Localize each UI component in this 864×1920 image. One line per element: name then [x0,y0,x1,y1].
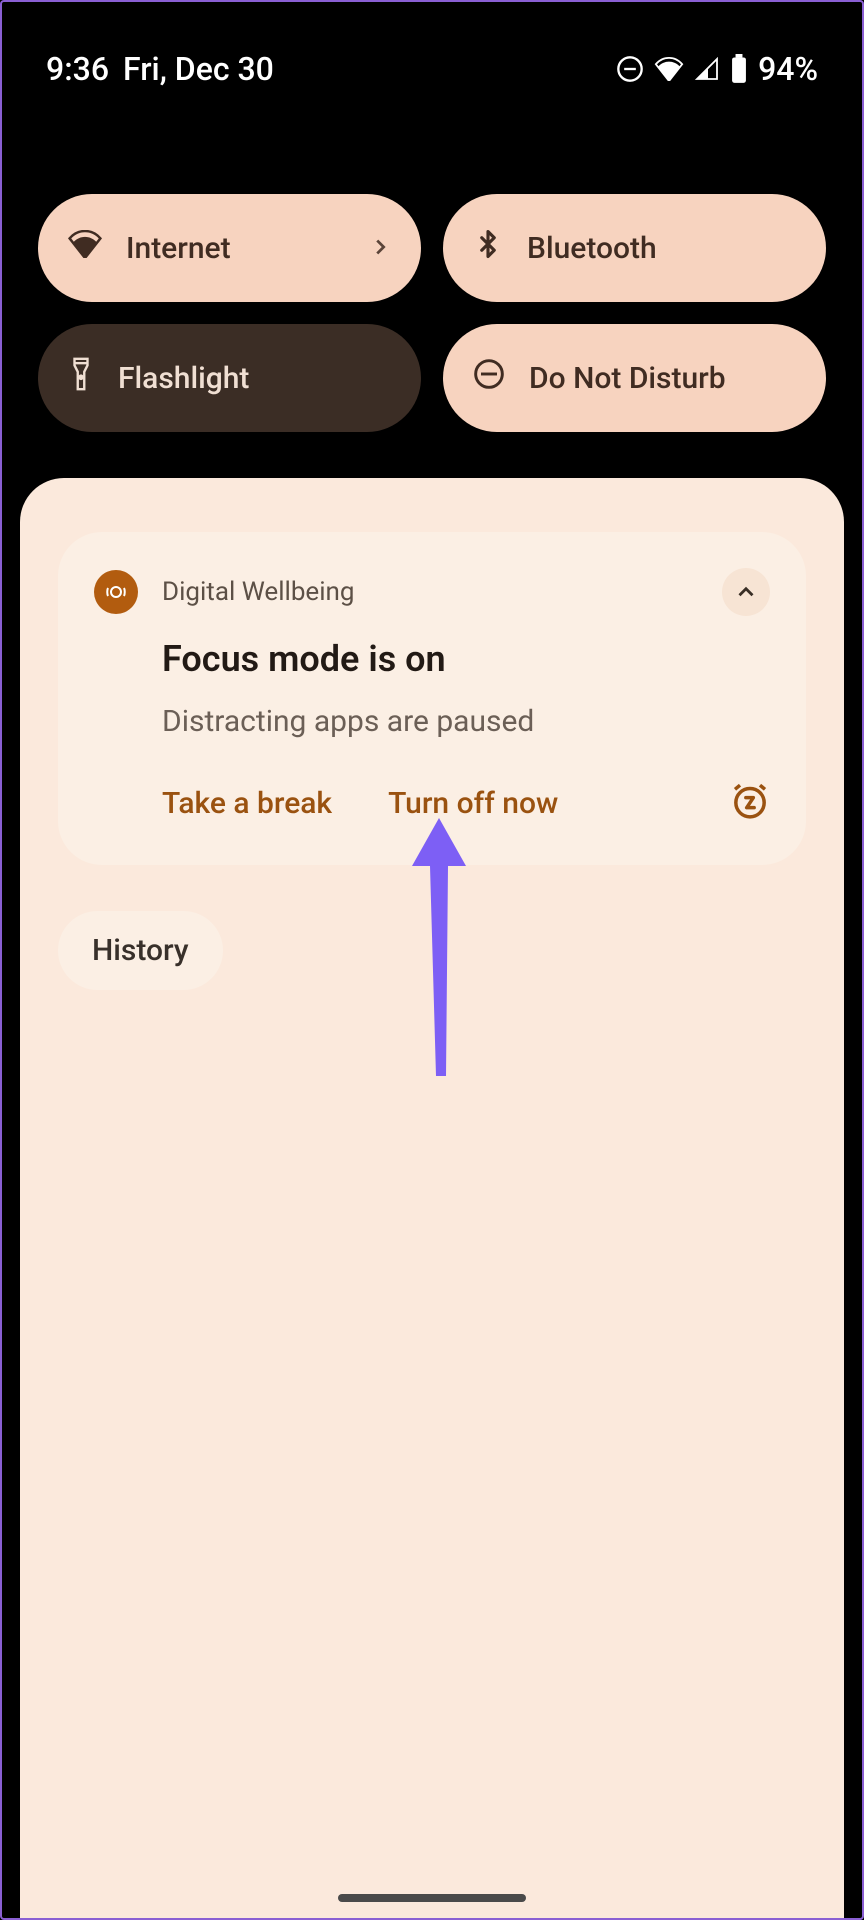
wifi-icon [654,57,684,81]
signal-icon [694,57,720,81]
snooze-icon[interactable] [730,781,770,825]
tile-flashlight[interactable]: Flashlight [38,324,421,432]
tile-do-not-disturb[interactable]: Do Not Disturb [443,324,826,432]
notification-panel: Digital Wellbeing Focus mode is on Distr… [20,478,844,1918]
notification-card[interactable]: Digital Wellbeing Focus mode is on Distr… [58,532,806,865]
tile-label: Flashlight [118,361,249,396]
status-bar: 9:36 Fri, Dec 30 94% [2,2,862,88]
tile-internet[interactable]: Internet [38,194,421,302]
bluetooth-icon [473,226,503,270]
take-a-break-button[interactable]: Take a break [162,786,332,821]
history-label: History [92,933,189,968]
tile-label: Bluetooth [527,231,657,266]
turn-off-now-button[interactable]: Turn off now [388,786,558,821]
chevron-right-icon [369,231,391,266]
dnd-icon [473,358,505,398]
battery-icon [730,54,748,84]
wifi-icon [68,230,102,266]
notification-title: Focus mode is on [162,638,770,680]
status-date: Fri, Dec 30 [123,50,274,88]
notification-header: Digital Wellbeing [94,568,770,616]
digital-wellbeing-icon [94,570,138,614]
status-left: 9:36 Fri, Dec 30 [46,50,274,88]
notification-actions: Take a break Turn off now [162,781,770,825]
quick-settings-tiles: Internet Bluetooth Flashlight Do Not Dis… [2,88,862,432]
nav-bar-handle[interactable] [338,1894,526,1902]
flashlight-icon [68,356,94,400]
tile-label: Do Not Disturb [529,361,726,396]
notification-text: Distracting apps are paused [162,704,770,739]
battery-percent: 94% [758,50,818,88]
collapse-button[interactable] [722,568,770,616]
history-button[interactable]: History [58,911,223,990]
status-time: 9:36 [46,50,109,88]
tile-bluetooth[interactable]: Bluetooth [443,194,826,302]
notification-body: Focus mode is on Distracting apps are pa… [94,638,770,825]
notification-app-name: Digital Wellbeing [162,577,355,607]
status-right: 94% [616,50,818,88]
tile-label: Internet [126,231,231,266]
dnd-status-icon [616,55,644,83]
